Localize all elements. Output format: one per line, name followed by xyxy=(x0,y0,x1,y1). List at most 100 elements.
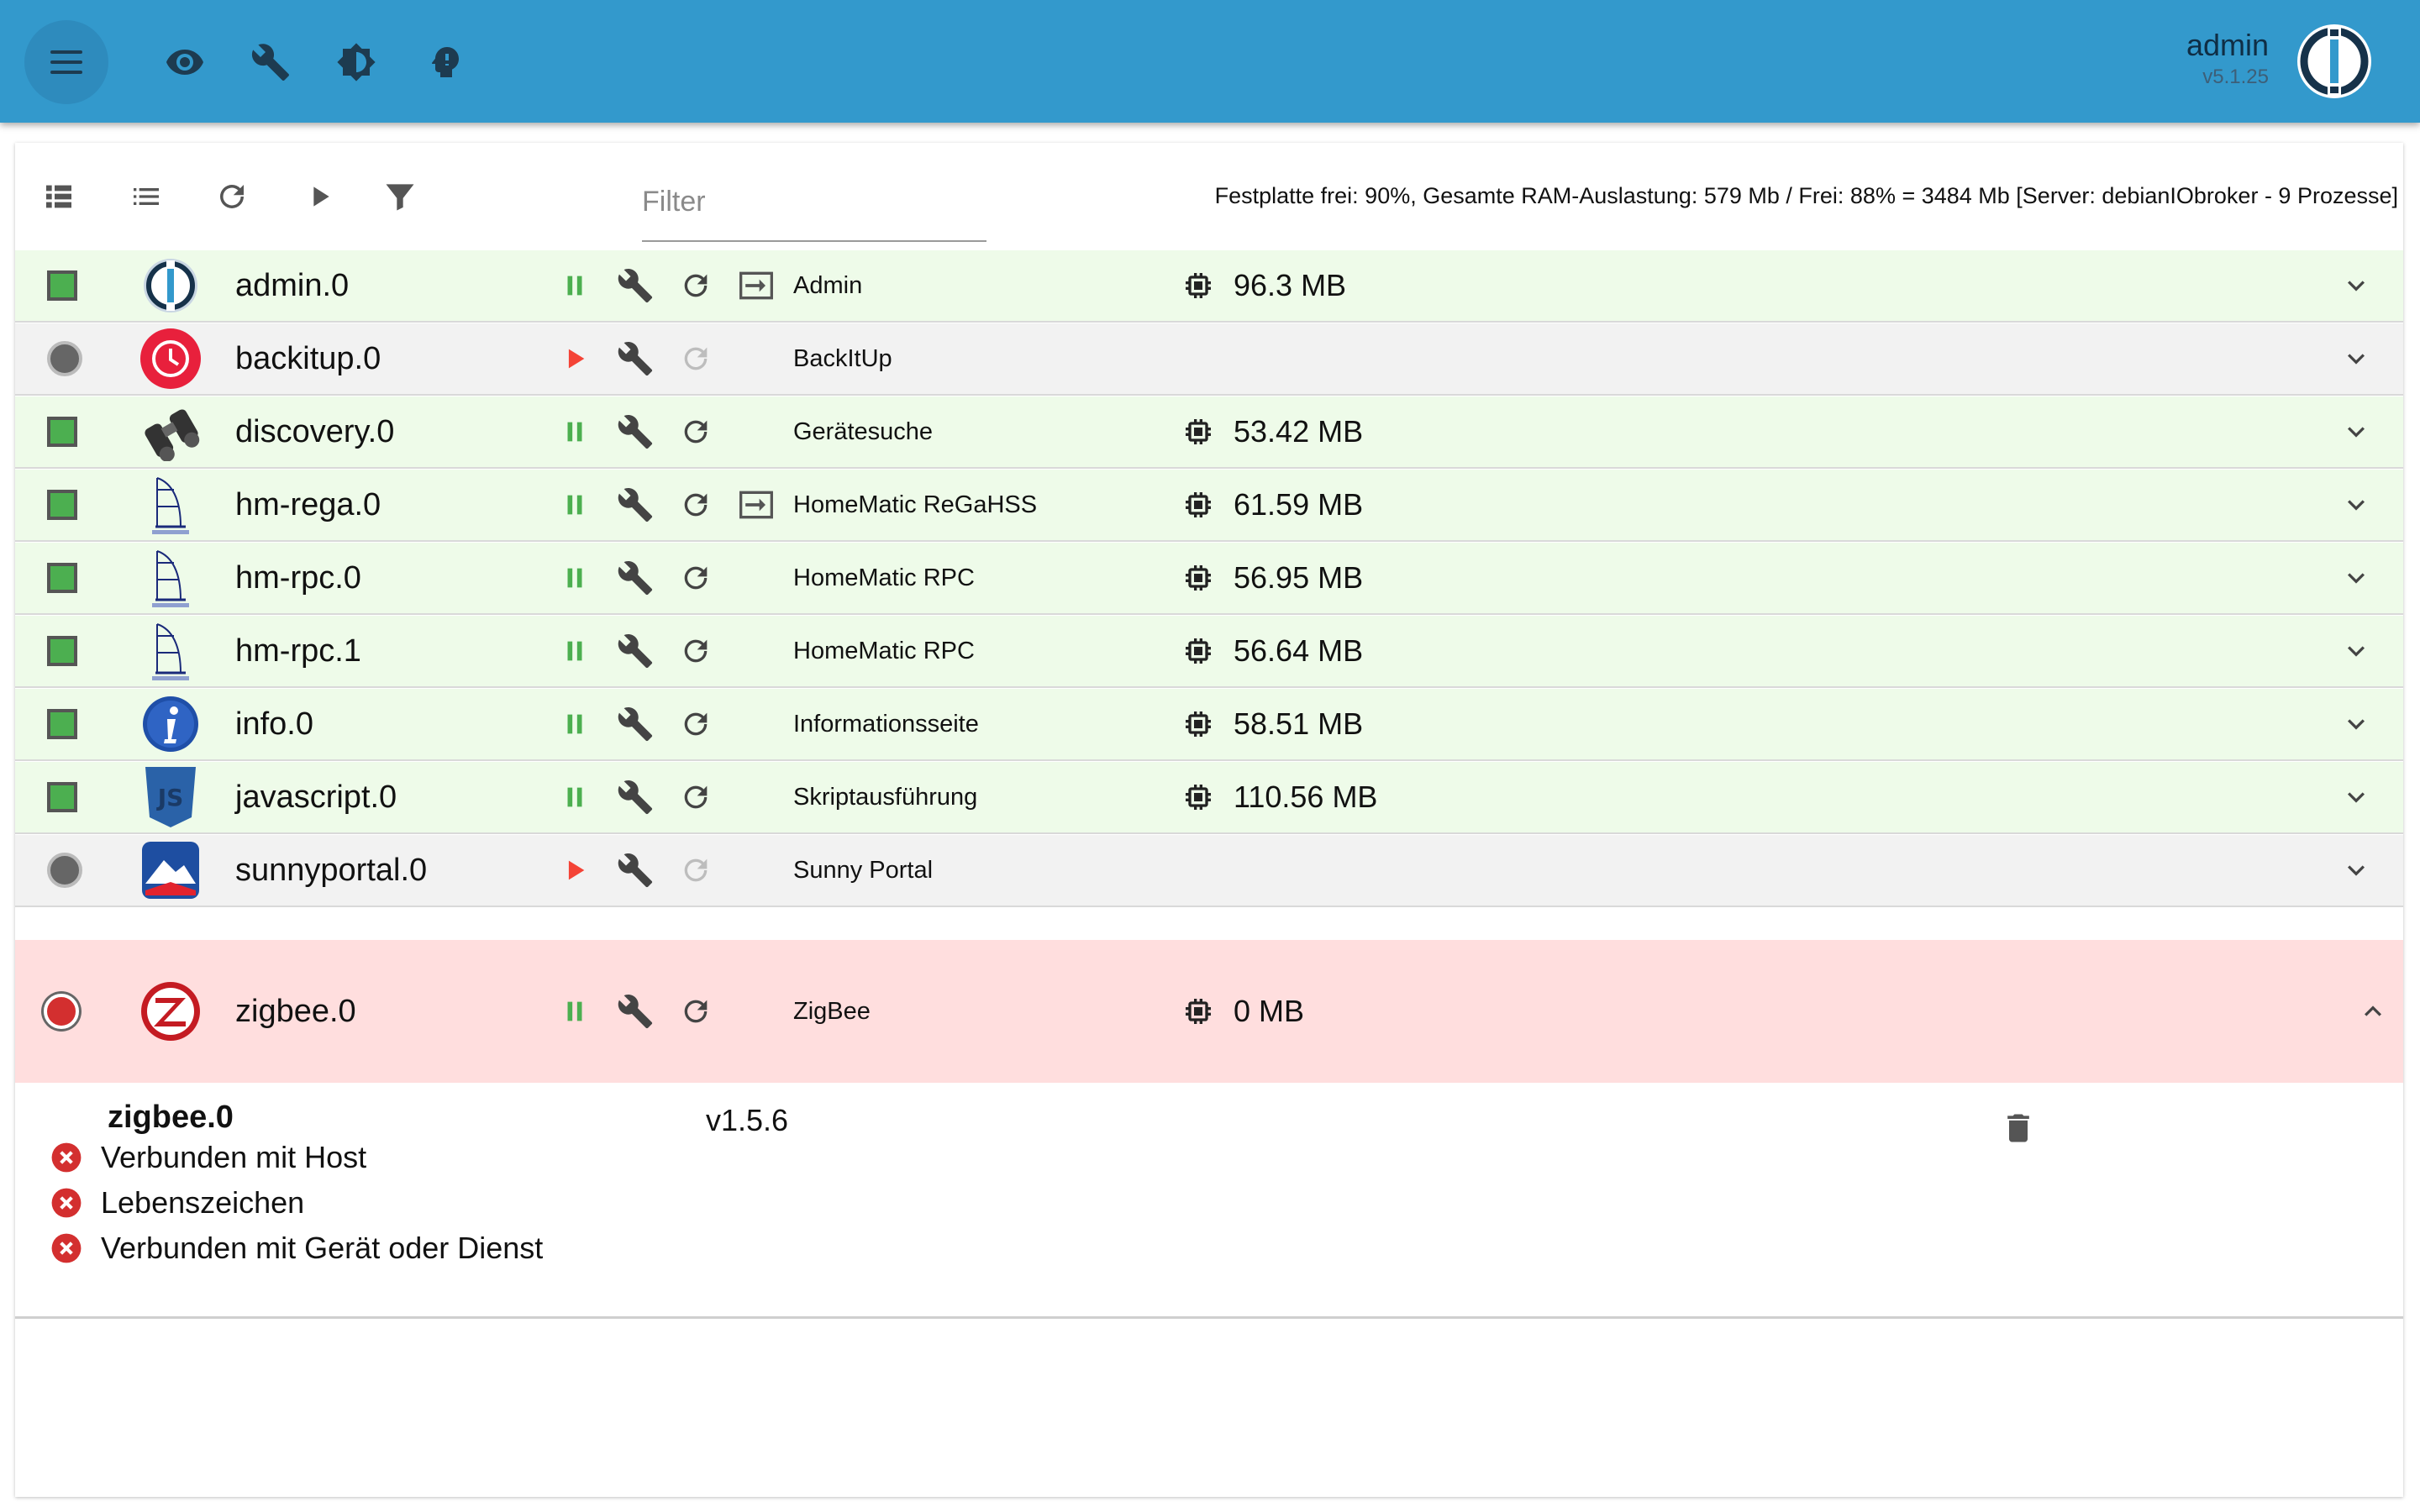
restart-icon[interactable] xyxy=(677,762,714,832)
memory-chip-icon xyxy=(1180,689,1217,759)
expand-chevron-icon[interactable] xyxy=(2338,762,2375,832)
restart-icon[interactable] xyxy=(677,689,714,759)
instance-name: sunnyportal.0 xyxy=(235,852,428,888)
play-icon[interactable] xyxy=(556,835,593,906)
expert-mode-icon[interactable] xyxy=(420,37,471,87)
instance-detail-panel: zigbee.0 v1.5.6 Verbunden mit Host Lebensze… xyxy=(15,1083,2403,1319)
instance-row[interactable]: sunnyportal.0 Sunny Portal xyxy=(15,835,2403,907)
instance-row[interactable]: info.0 Informationsseite 58.51 MB xyxy=(15,689,2403,761)
settings-wrench-icon[interactable] xyxy=(617,762,654,832)
view-list-icon[interactable] xyxy=(124,175,168,218)
sunnyportal-icon xyxy=(124,835,217,906)
error-x-icon xyxy=(50,1142,101,1173)
delete-trash-icon[interactable] xyxy=(2000,1110,2037,1147)
refresh-icon[interactable] xyxy=(210,175,254,218)
instance-row[interactable]: hm-rpc.0 HomeMatic RPC 56.95 MB xyxy=(15,543,2403,615)
status-running-icon xyxy=(47,563,77,593)
view-compact-icon[interactable] xyxy=(37,175,81,218)
pause-icon[interactable] xyxy=(556,470,593,540)
error-x-icon xyxy=(50,1232,101,1264)
status-indicator xyxy=(47,543,77,613)
settings-wrench-icon[interactable] xyxy=(617,616,654,686)
restart-icon[interactable] xyxy=(677,543,714,613)
eye-icon[interactable] xyxy=(160,37,210,87)
restart-icon[interactable] xyxy=(677,250,714,321)
instance-row[interactable]: admin.0 Admin 96.3 MB xyxy=(15,250,2403,323)
homematic-icon xyxy=(124,543,217,613)
restart-icon[interactable] xyxy=(677,616,714,686)
expand-chevron-icon[interactable] xyxy=(2338,689,2375,759)
instance-title: HomeMatic ReGaHSS xyxy=(793,491,1038,518)
system-info: Festplatte frei: 90%, Gesamte RAM-Auslas… xyxy=(1214,183,2398,208)
status-check-item: Verbunden mit Host xyxy=(50,1140,366,1175)
expand-chevron-icon[interactable] xyxy=(2338,616,2375,686)
status-indicator xyxy=(47,323,82,394)
memory-usage: 58.51 MB xyxy=(1234,706,1364,741)
settings-wrench-icon[interactable] xyxy=(617,470,654,540)
settings-wrench-icon[interactable] xyxy=(617,543,654,613)
instance-name: javascript.0 xyxy=(235,779,397,815)
zigbee-icon xyxy=(124,940,217,1083)
detail-version: v1.5.6 xyxy=(706,1103,789,1137)
status-check-label: Lebenszeichen xyxy=(101,1185,305,1220)
settings-wrench-icon[interactable] xyxy=(617,250,654,321)
iobroker-logo-icon[interactable] xyxy=(2294,21,2375,102)
settings-wrench-icon[interactable] xyxy=(617,396,654,467)
pause-icon[interactable] xyxy=(556,762,593,832)
instance-row[interactable]: hm-rpc.1 HomeMatic RPC 56.64 MB xyxy=(15,616,2403,688)
expand-chevron-icon[interactable] xyxy=(2338,396,2375,467)
wrench-icon[interactable] xyxy=(245,37,296,87)
status-running-icon xyxy=(47,417,77,447)
instance-name: zigbee.0 xyxy=(235,993,356,1029)
play-all-icon[interactable] xyxy=(297,175,341,218)
pause-icon[interactable] xyxy=(556,689,593,759)
pause-icon[interactable] xyxy=(556,543,593,613)
pause-icon[interactable] xyxy=(556,940,593,1083)
filter-icon[interactable] xyxy=(378,175,422,218)
settings-wrench-icon[interactable] xyxy=(617,940,654,1083)
filter-input[interactable] xyxy=(642,176,986,227)
restart-icon xyxy=(677,835,714,906)
restart-icon[interactable] xyxy=(677,396,714,467)
memory-usage: 96.3 MB xyxy=(1234,268,1347,302)
instance-row[interactable]: hm-rega.0 HomeMatic ReGaHSS 61.59 MB xyxy=(15,470,2403,542)
play-icon[interactable] xyxy=(556,323,593,394)
settings-wrench-icon[interactable] xyxy=(617,689,654,759)
restart-icon[interactable] xyxy=(677,470,714,540)
open-web-icon[interactable] xyxy=(734,470,778,540)
user-name: admin xyxy=(2186,28,2269,62)
instance-name: info.0 xyxy=(235,706,313,742)
status-check-item: Verbunden mit Gerät oder Dienst xyxy=(50,1231,543,1266)
pause-icon[interactable] xyxy=(556,616,593,686)
instance-row[interactable]: discovery.0 Gerätesuche 53.42 MB xyxy=(15,396,2403,469)
menu-button[interactable] xyxy=(24,20,108,104)
error-x-icon xyxy=(50,1187,101,1219)
instance-name: discovery.0 xyxy=(235,413,395,449)
app-bar: admin v5.1.25 xyxy=(0,0,2420,123)
instance-row[interactable]: JS javascript.0 Skriptausführung 110.56 MB xyxy=(15,762,2403,834)
collapse-chevron-icon[interactable] xyxy=(2354,940,2391,1083)
pause-icon[interactable] xyxy=(556,396,593,467)
status-check-item: Lebenszeichen xyxy=(50,1185,304,1221)
memory-usage: 110.56 MB xyxy=(1234,780,1378,814)
expand-chevron-icon[interactable] xyxy=(2338,543,2375,613)
settings-wrench-icon[interactable] xyxy=(617,323,654,394)
instance-row[interactable]: backitup.0 BackItUp xyxy=(15,323,2403,396)
pause-icon[interactable] xyxy=(556,250,593,321)
backitup-icon xyxy=(124,323,217,394)
status-running-icon xyxy=(47,490,77,520)
javascript-icon: JS xyxy=(124,762,217,832)
status-indicator xyxy=(47,689,77,759)
brightness-icon[interactable] xyxy=(331,37,381,87)
expand-chevron-icon[interactable] xyxy=(2338,470,2375,540)
open-web-icon[interactable] xyxy=(734,250,778,321)
settings-wrench-icon[interactable] xyxy=(617,835,654,906)
filter-field[interactable] xyxy=(642,176,986,242)
status-indicator xyxy=(47,470,77,540)
expand-chevron-icon[interactable] xyxy=(2338,250,2375,321)
expand-chevron-icon[interactable] xyxy=(2338,323,2375,394)
instance-row-error[interactable]: zigbee.0 ZigBee 0 MB xyxy=(15,940,2403,1083)
expand-chevron-icon[interactable] xyxy=(2338,835,2375,906)
app-version: v5.1.25 xyxy=(2202,66,2269,88)
restart-icon[interactable] xyxy=(677,940,714,1083)
